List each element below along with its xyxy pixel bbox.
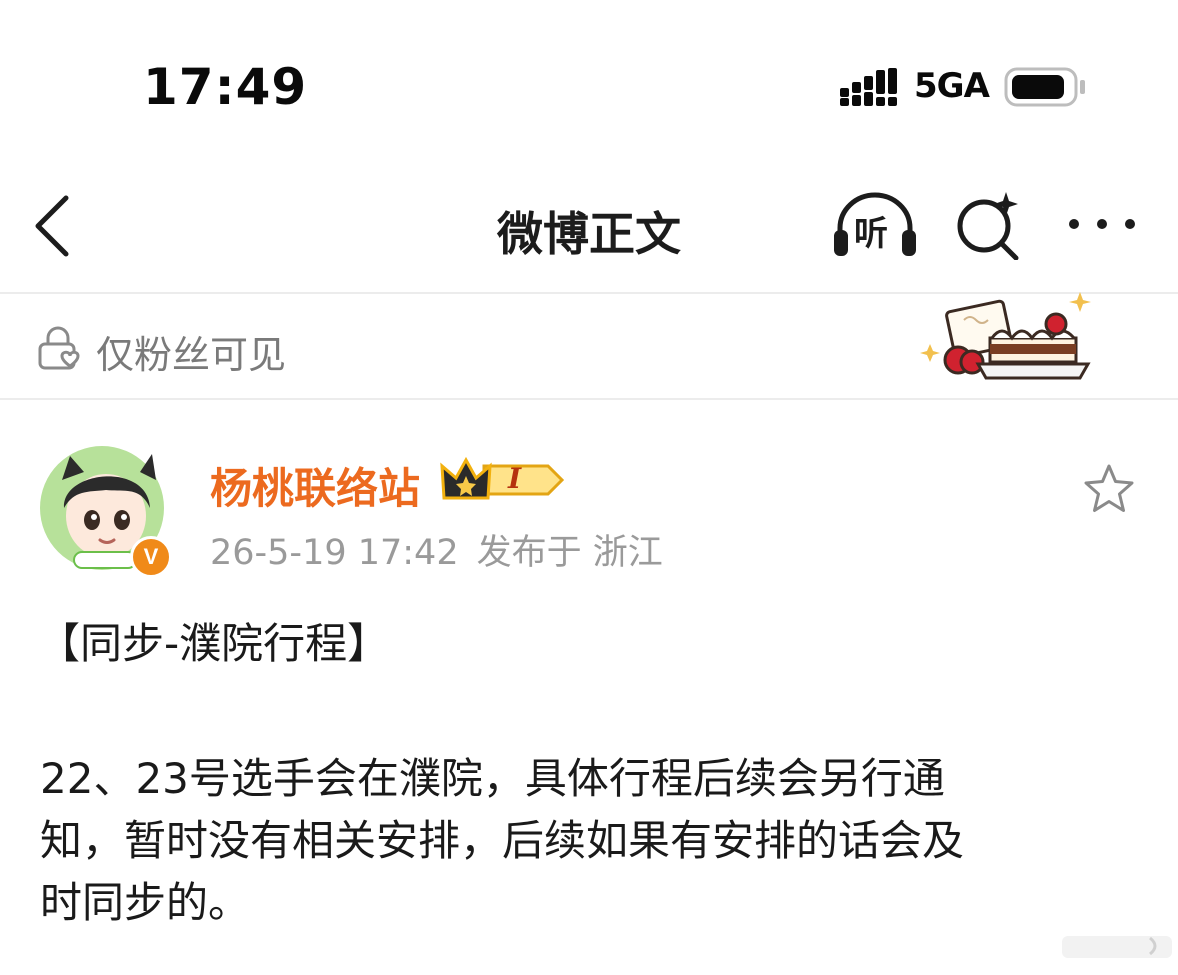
watermark-logo <box>1062 936 1172 958</box>
cake-sticker <box>920 292 1091 380</box>
post-title: 【同步-濮院行程】 <box>38 619 390 668</box>
listen-button[interactable]: 听 <box>832 192 918 258</box>
verified-badge: V <box>130 536 172 578</box>
post-body-line: 知，暂时没有相关安排，后续如果有安排的话会及 <box>40 816 965 865</box>
author-name[interactable]: 杨桃联络站 <box>210 455 420 516</box>
post-location: 发布于 浙江 <box>476 533 663 573</box>
battery-icon <box>1004 67 1085 107</box>
more-dots-icon[interactable] <box>1066 212 1138 236</box>
listen-label: 听 <box>854 214 888 254</box>
visibility-divider <box>0 398 1178 400</box>
sparkle-search-icon[interactable] <box>954 190 1024 260</box>
verified-label: V <box>143 544 159 569</box>
post-timestamp: 26-5-19 17:42 <box>210 533 459 573</box>
status-time: 17:49 <box>143 58 308 116</box>
badge-level: I <box>508 462 522 495</box>
signal-bars-icon <box>840 68 897 106</box>
post-body-line: 时同步的。 <box>40 878 251 927</box>
network-type: 5GA <box>914 66 990 106</box>
post-body: 22、23号选手会在濮院，具体行程后续会另行通 知，暂时没有相关安排，后续如果有… <box>40 748 1140 934</box>
star-icon[interactable] <box>1082 462 1136 516</box>
post-meta: 26-5-19 17:42 发布于 浙江 <box>210 524 663 575</box>
crown-badge: I <box>440 456 565 504</box>
post-body-line: 22、23号选手会在濮院，具体行程后续会另行通 <box>40 754 945 803</box>
crown-badge-icon <box>440 456 565 500</box>
lock-heart-icon <box>38 326 80 370</box>
visibility-label: 仅粉丝可见 <box>96 333 287 377</box>
avatar[interactable]: V <box>40 446 172 578</box>
